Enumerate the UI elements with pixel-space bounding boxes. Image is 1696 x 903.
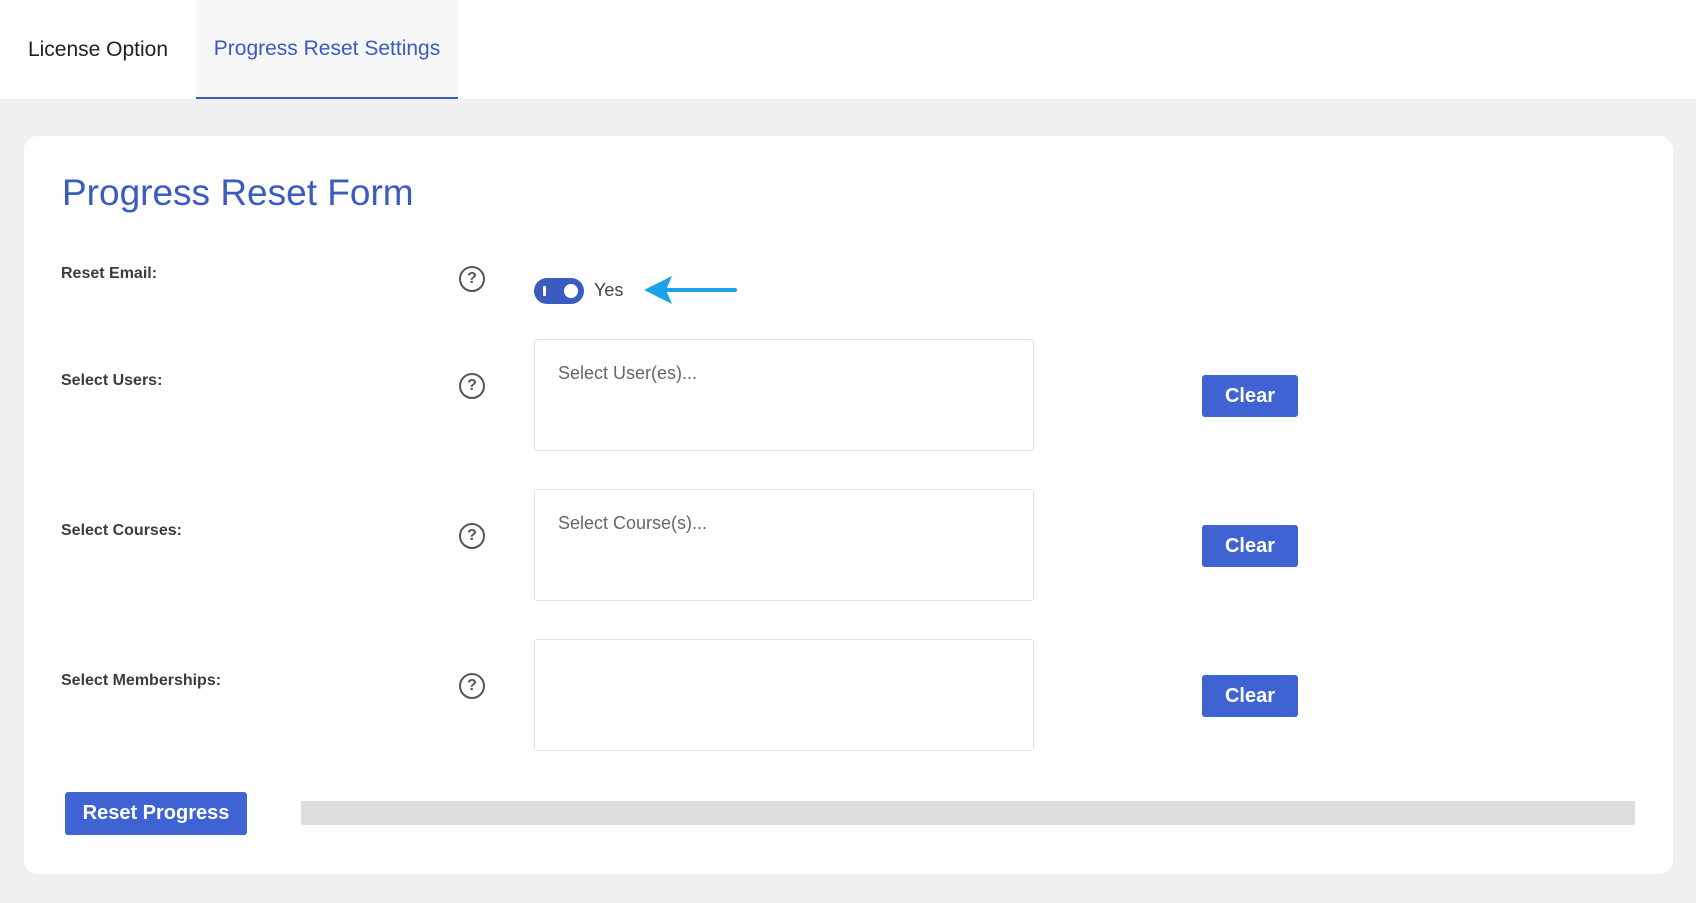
reset-progress-button[interactable]: Reset Progress xyxy=(65,792,247,835)
select-courses-label: Select Courses: xyxy=(61,522,182,539)
reset-email-toggle-text: Yes xyxy=(594,280,624,300)
reset-email-label: Reset Email: xyxy=(61,265,158,282)
tab-label: License Option xyxy=(27,37,169,61)
help-circle-icon[interactable]: ? xyxy=(459,373,485,399)
reset-email-toggle[interactable] xyxy=(534,278,584,304)
tab-label: Progress Reset Settings xyxy=(213,36,441,60)
tab-license-option[interactable]: License Option xyxy=(0,0,196,99)
progress-reset-card: Progress Reset Form Reset Email: ? Yes S… xyxy=(24,136,1673,874)
toggle-on-indicator xyxy=(543,286,546,296)
clear-memberships-button[interactable]: Clear xyxy=(1202,675,1298,717)
help-circle-icon[interactable]: ? xyxy=(459,266,485,292)
toggle-knob xyxy=(564,284,578,298)
select-courses-placeholder: Select Course(s)... xyxy=(558,513,708,533)
select-users-input[interactable]: Select User(es)... xyxy=(534,339,1034,451)
clear-users-button[interactable]: Clear xyxy=(1202,375,1298,417)
tab-progress-reset-settings[interactable]: Progress Reset Settings xyxy=(196,0,458,99)
select-courses-input[interactable]: Select Course(s)... xyxy=(534,489,1034,601)
select-users-placeholder: Select User(es)... xyxy=(558,363,698,383)
select-memberships-label: Select Memberships: xyxy=(61,672,222,689)
clear-courses-button[interactable]: Clear xyxy=(1202,525,1298,567)
arrow-left-icon xyxy=(644,276,737,304)
page-title: Progress Reset Form xyxy=(62,172,414,213)
select-memberships-input[interactable] xyxy=(534,639,1034,751)
tab-bar: License Option Progress Reset Settings xyxy=(0,0,1696,99)
select-users-label: Select Users: xyxy=(61,372,163,389)
reset-progress-bar xyxy=(301,801,1635,825)
help-circle-icon[interactable]: ? xyxy=(459,673,485,699)
help-circle-icon[interactable]: ? xyxy=(459,523,485,549)
